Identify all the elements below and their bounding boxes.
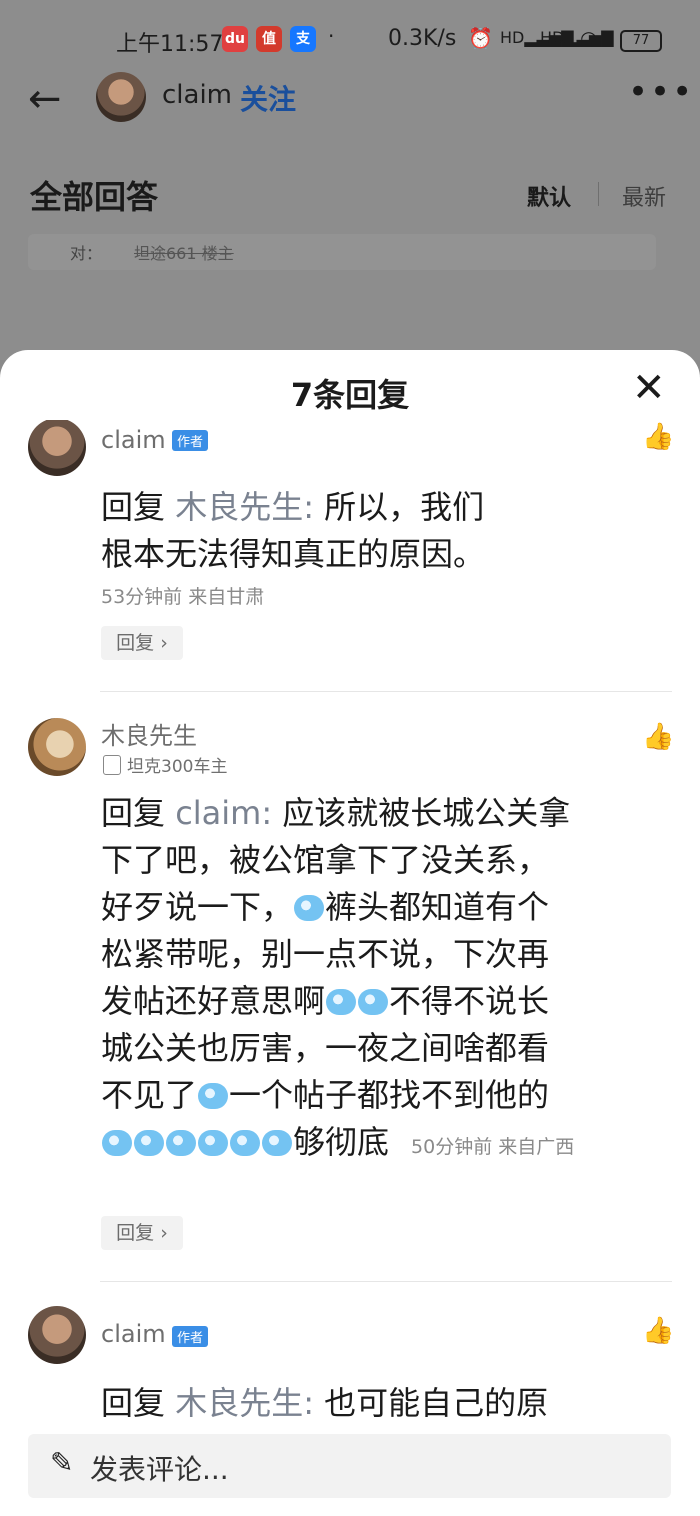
- reply-prefix: 回复: [101, 1384, 166, 1422]
- comment-time: 50分钟前: [411, 1136, 493, 1158]
- comment-line: 应该就被长城公关拿: [272, 794, 571, 832]
- top-nav: ← claim 关注 •••: [0, 66, 700, 130]
- divider: [598, 182, 599, 206]
- commenter-name[interactable]: 木良先生: [101, 716, 197, 751]
- reply-target[interactable]: 木良先生:: [175, 1384, 314, 1422]
- emoji-icon: [230, 1130, 260, 1156]
- avatar[interactable]: [96, 72, 146, 122]
- like-icon[interactable]: 👍: [642, 422, 674, 452]
- comment-line: 一个帖子都找不到他的: [229, 1076, 550, 1114]
- comment-input[interactable]: ✎ 发表评论...: [28, 1434, 671, 1498]
- like-icon[interactable]: 👍: [642, 722, 674, 752]
- network-speed: 0.3K/s: [388, 26, 457, 51]
- comment-line: 够彻底: [293, 1123, 390, 1161]
- wifi-icon: ◠: [580, 26, 598, 50]
- emoji-icon: [326, 989, 357, 1015]
- follow-button[interactable]: 关注: [240, 78, 296, 118]
- car-badge-icon: [103, 755, 121, 775]
- comment-line: 下了吧，被公馆拿下了没关系，: [101, 841, 550, 879]
- comment-meta: 50分钟前 来自广西: [411, 1136, 574, 1158]
- sheet-title: 7条回复: [290, 376, 410, 414]
- emoji-icon: [198, 1130, 228, 1156]
- commenter-name[interactable]: claim: [101, 1320, 166, 1348]
- comment-line: 不得不说长: [389, 982, 550, 1020]
- reply-prefix: 回复: [101, 794, 166, 832]
- comment-line: 也可能自己的原: [313, 1384, 549, 1422]
- comment-line: 根本无法得知真正的原因。: [101, 535, 486, 573]
- comment-location: 来自广西: [498, 1136, 575, 1158]
- avatar[interactable]: [28, 718, 86, 776]
- comment-line: 城公关也厉害，一夜之间啥都看: [101, 1029, 550, 1067]
- reply-button[interactable]: 回复 ›: [101, 1216, 183, 1250]
- close-icon[interactable]: ✕: [632, 368, 666, 408]
- comment-meta: 53分钟前 来自甘肃: [101, 582, 264, 609]
- like-icon[interactable]: 👍: [642, 1316, 674, 1346]
- quote-prefix: 对：: [70, 244, 103, 263]
- divider: [100, 691, 672, 692]
- comment-text: 回复 木良先生: 也可能自己的原: [101, 1380, 548, 1427]
- replies-sheet: 7条回复 ✕ claim 作者 👍 回复 木良先生: 所以，我们 根本无法得知真…: [0, 350, 700, 1516]
- app-notification-icon: 值: [256, 26, 282, 52]
- signal-icon-2: HD▂▃▅▇: [540, 28, 614, 47]
- badge-label: 坦克300车主: [127, 757, 228, 777]
- emoji-icon: [294, 895, 325, 921]
- status-time: 上午11:57: [116, 32, 224, 57]
- emoji-icon: [358, 989, 389, 1015]
- emoji-icon: [166, 1130, 196, 1156]
- battery-icon: 77: [620, 30, 662, 52]
- status-bar: 上午11:57 du 值 支 · 0.3K/s ⏰ HD▂▃▅▇ HD▂▃▅▇ …: [0, 18, 700, 62]
- more-notifications-icon: ·: [328, 24, 335, 48]
- comment-text: 回复 木良先生: 所以，我们 根本无法得知真正的原因。: [101, 484, 485, 578]
- alipay-icon: 支: [290, 26, 316, 52]
- emoji-icon: [102, 1130, 132, 1156]
- emoji-icon: [134, 1130, 164, 1156]
- commenter-name[interactable]: claim: [101, 426, 166, 454]
- alarm-icon: ⏰: [468, 26, 493, 50]
- reply-target[interactable]: 木良先生:: [175, 488, 314, 526]
- comment-time: 53分钟前: [101, 586, 183, 608]
- quoted-reply: 对： 坦途661 楼主: [28, 234, 656, 270]
- sort-default-tab[interactable]: 默认: [527, 180, 571, 212]
- section-title: 全部回答: [30, 178, 159, 216]
- avatar[interactable]: [28, 1306, 86, 1364]
- comment-location: 来自甘肃: [188, 586, 265, 608]
- reply-prefix: 回复: [101, 488, 166, 526]
- background-page: 上午11:57 du 值 支 · 0.3K/s ⏰ HD▂▃▅▇ HD▂▃▅▇ …: [0, 0, 700, 360]
- car-owner-badge: 坦克300车主: [103, 752, 227, 777]
- reply-target[interactable]: claim:: [175, 794, 272, 832]
- back-arrow-icon[interactable]: ←: [28, 76, 62, 122]
- pencil-icon: ✎: [50, 1446, 74, 1479]
- comment-line: 发帖还好意思啊: [101, 982, 326, 1020]
- reply-button[interactable]: 回复 ›: [101, 626, 183, 660]
- avatar[interactable]: [28, 420, 86, 476]
- author-badge: 作者: [172, 430, 209, 451]
- comment-line: 所以，我们: [313, 488, 485, 526]
- author-name[interactable]: claim: [162, 80, 232, 110]
- comment-line: 好歹说一下，: [101, 888, 294, 926]
- emoji-icon: [262, 1130, 292, 1156]
- emoji-icon: [198, 1083, 229, 1109]
- author-badge: 作者: [172, 1326, 209, 1347]
- sort-latest-tab[interactable]: 最新: [622, 180, 666, 212]
- quote-target: 坦途661 楼主: [134, 244, 234, 263]
- divider: [100, 1281, 672, 1282]
- more-options-icon[interactable]: •••: [628, 72, 694, 112]
- comment-line: 松紧带呢，别一点不说，下次再: [101, 935, 550, 973]
- app-notification-icon: du: [222, 26, 248, 52]
- comment-line: 不见了: [101, 1076, 198, 1114]
- reply-list[interactable]: claim 作者 👍 回复 木良先生: 所以，我们 根本无法得知真正的原因。 5…: [0, 420, 700, 1430]
- comment-line: 裤头都知道有个: [325, 888, 550, 926]
- comment-placeholder: 发表评论...: [90, 1453, 229, 1486]
- comment-text: 回复 claim: 应该就被长城公关拿 下了吧，被公馆拿下了没关系， 好歹说一下…: [101, 790, 574, 1166]
